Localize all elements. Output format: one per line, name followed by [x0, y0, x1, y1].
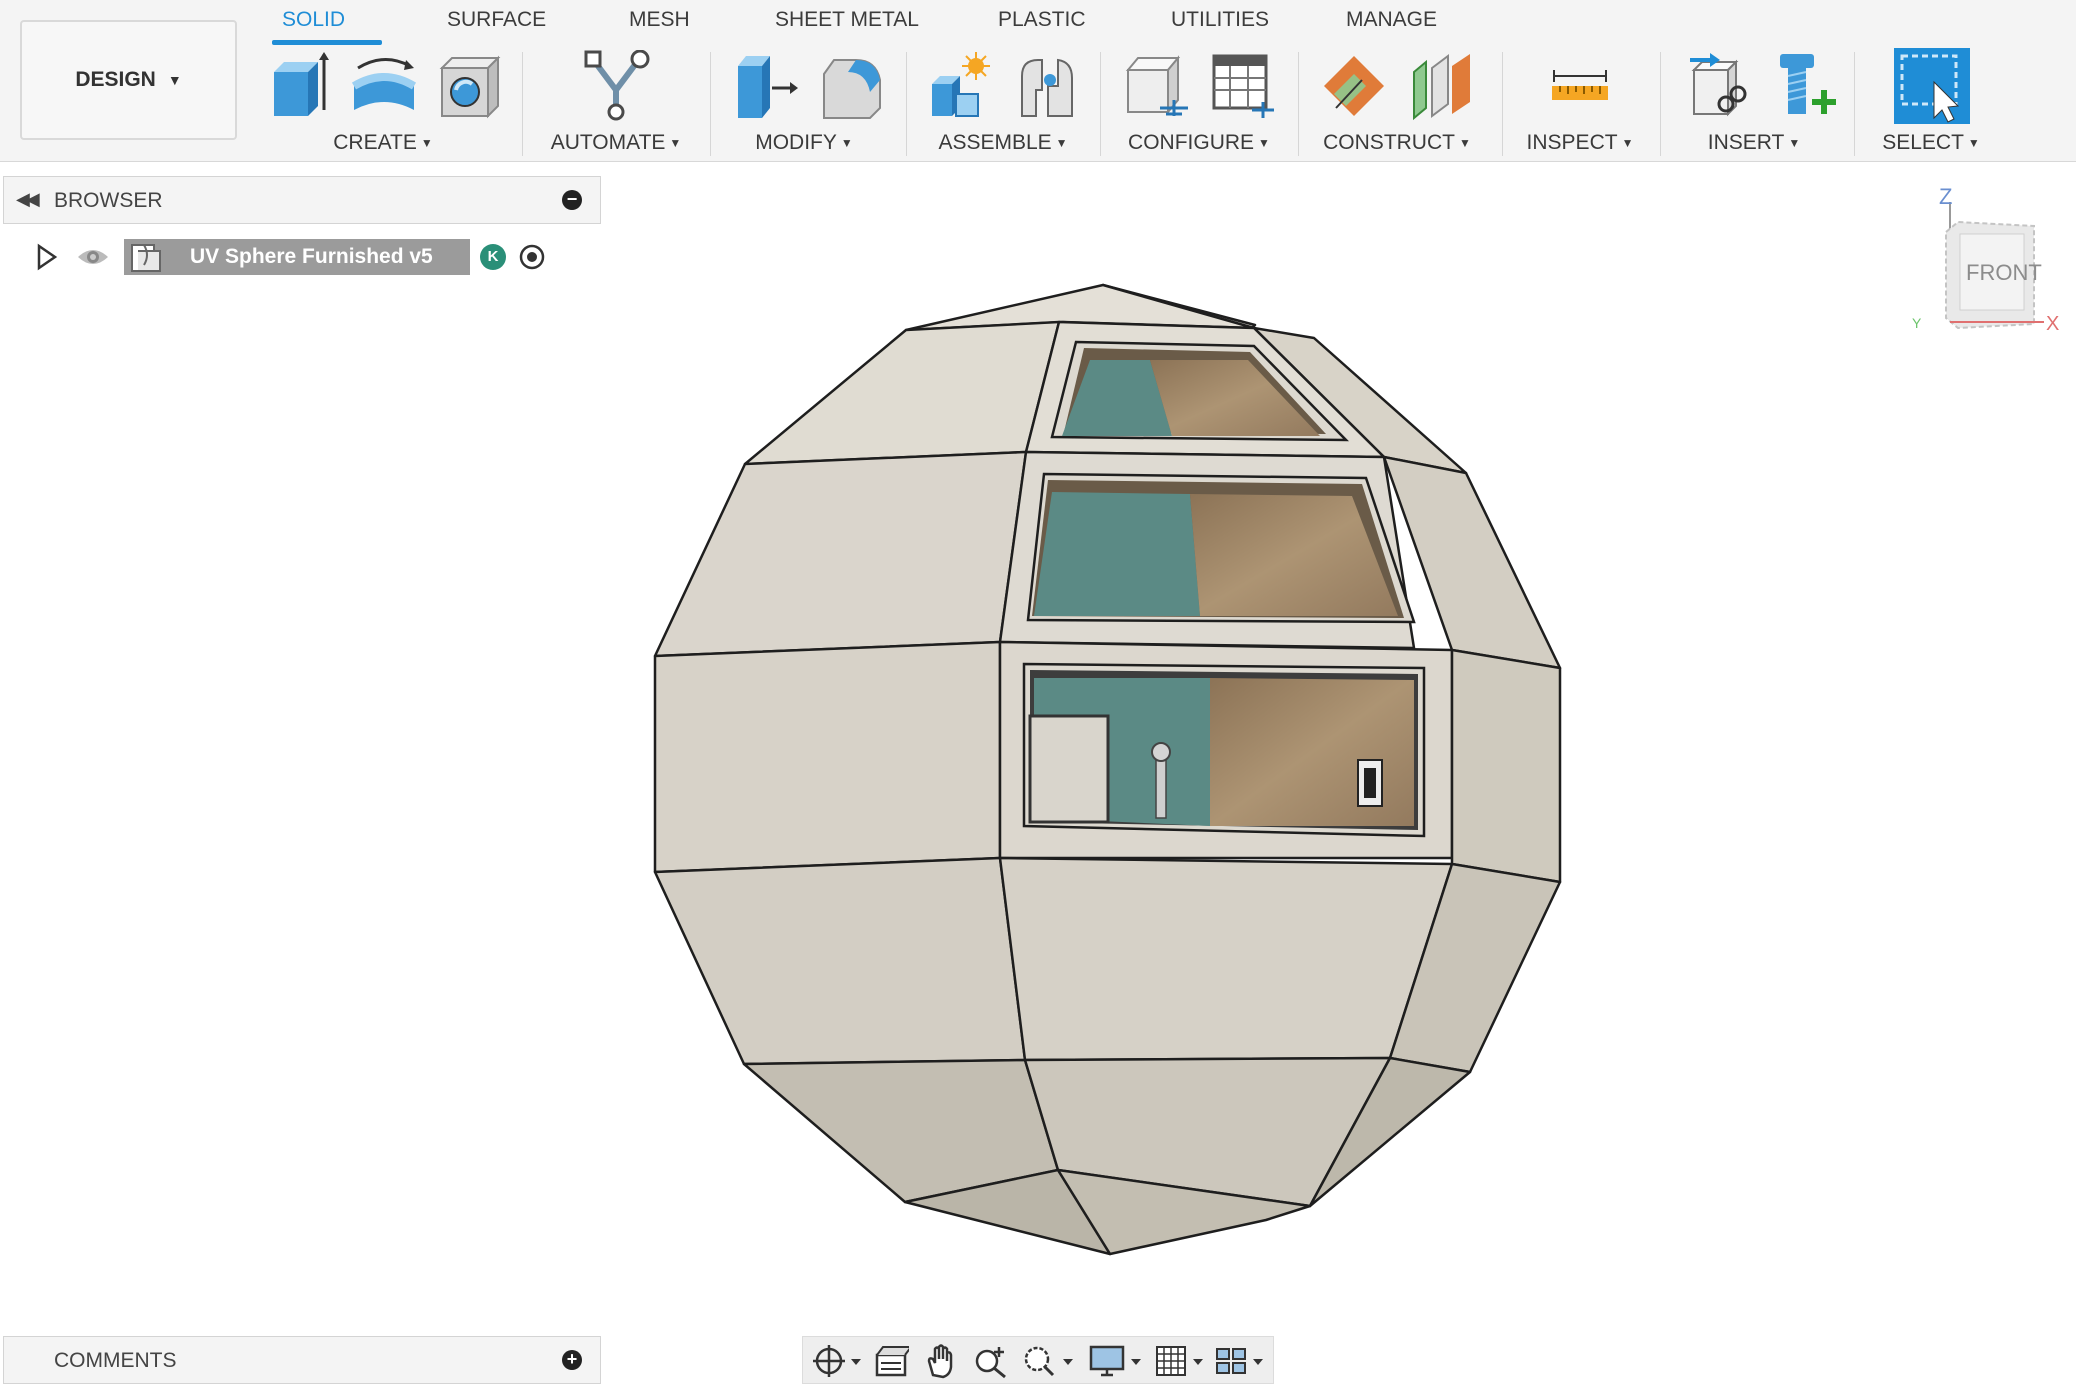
display-settings-icon[interactable]	[1089, 1343, 1145, 1379]
active-tab-indicator	[272, 40, 382, 45]
tab-solid[interactable]: SOLID	[282, 8, 345, 36]
group-separator	[522, 52, 523, 156]
insert-derive-icon[interactable]	[1686, 50, 1754, 122]
window-furnished	[1022, 662, 1426, 838]
tab-utilities[interactable]: UTILITIES	[1171, 8, 1269, 36]
document-icon	[131, 244, 161, 272]
tab-mesh[interactable]: MESH	[629, 8, 690, 36]
press-pull-icon[interactable]	[732, 50, 800, 122]
modify-menu[interactable]: MODIFY ▼	[755, 131, 853, 155]
construct-label: CONSTRUCT	[1323, 131, 1455, 154]
select-icon[interactable]	[1894, 48, 1970, 124]
automate-menu[interactable]: AUTOMATE ▼	[551, 131, 682, 155]
group-separator	[1502, 52, 1503, 156]
navigation-bar	[802, 1336, 1274, 1384]
group-separator	[1660, 52, 1661, 156]
tab-manage[interactable]: MANAGE	[1346, 8, 1437, 36]
collapse-panel-icon[interactable]: ◀◀	[16, 189, 40, 210]
zoom-icon[interactable]	[973, 1343, 1009, 1379]
tab-surface[interactable]: SURFACE	[447, 8, 546, 36]
dropdown-caret-icon: ▼	[1967, 136, 1980, 151]
browser-tree-row[interactable]: UV Sphere Furnished v5 K	[28, 237, 564, 277]
new-component-icon[interactable]	[926, 50, 994, 122]
revolve-icon[interactable]	[350, 50, 418, 122]
inspect-menu[interactable]: INSPECT ▼	[1527, 131, 1634, 155]
group-separator	[1100, 52, 1101, 156]
select-menu[interactable]: SELECT ▼	[1882, 131, 1980, 155]
extrude-icon[interactable]	[264, 50, 332, 122]
window-middle	[1026, 472, 1416, 624]
browser-panel: ◀◀ BROWSER −	[3, 176, 601, 224]
dropdown-caret-icon: ▼	[1621, 136, 1634, 151]
automate-icon[interactable]	[582, 50, 650, 122]
insert-label: INSERT	[1707, 131, 1785, 154]
dropdown-caret-icon: ▼	[1788, 136, 1801, 151]
document-name[interactable]: UV Sphere Furnished v5	[124, 239, 470, 275]
dropdown-caret-icon: ▼	[1055, 136, 1068, 151]
add-comment-button[interactable]: +	[562, 1350, 582, 1370]
browser-minimize-button[interactable]: −	[562, 190, 582, 210]
fit-view-icon[interactable]	[1021, 1343, 1077, 1379]
toolbar: DESIGN ▼ SOLID SURFACE MESH SHEET METAL …	[0, 0, 2076, 162]
joint-icon[interactable]	[1012, 50, 1080, 122]
fillet-icon[interactable]	[818, 50, 886, 122]
configure-label: CONFIGURE	[1128, 131, 1255, 154]
grid-settings-icon[interactable]	[1153, 1343, 1209, 1379]
dropdown-caret-icon: ▼	[1258, 136, 1270, 151]
group-separator	[1854, 52, 1855, 156]
inspect-label: INSPECT	[1526, 131, 1618, 154]
modify-label: MODIFY	[755, 131, 837, 154]
tab-plastic[interactable]: PLASTIC	[998, 8, 1086, 36]
group-separator	[1298, 52, 1299, 156]
pan-hand-icon[interactable]	[923, 1343, 959, 1379]
insert-mcmaster-icon[interactable]	[1772, 50, 1840, 122]
dropdown-caret-icon: ▼	[420, 136, 433, 151]
axis-y-label: Y	[1912, 315, 1922, 331]
user-avatar-badge: K	[480, 244, 506, 270]
assemble-label: ASSEMBLE	[938, 131, 1052, 154]
automate-label: AUTOMATE	[550, 131, 666, 154]
comments-panel: COMMENTS +	[3, 1336, 601, 1384]
visibility-eye-icon[interactable]	[76, 245, 110, 269]
viewcube[interactable]: Z FRONT X Y	[1906, 186, 2062, 336]
table-icon[interactable]	[1208, 50, 1276, 122]
orbit-icon[interactable]	[811, 1343, 863, 1379]
comments-title: COMMENTS	[54, 1349, 177, 1372]
assemble-menu[interactable]: ASSEMBLE ▼	[938, 131, 1067, 155]
hole-icon[interactable]	[436, 50, 504, 122]
parameters-icon[interactable]	[1122, 50, 1190, 122]
midplane-icon[interactable]	[1408, 50, 1476, 122]
workspace-switcher[interactable]: DESIGN ▼	[20, 20, 237, 140]
viewcube-face-label[interactable]: FRONT	[1966, 260, 2042, 285]
create-menu[interactable]: CREATE ▼	[333, 131, 433, 155]
offset-plane-icon[interactable]	[1322, 50, 1390, 122]
dropdown-caret-icon: ▼	[840, 136, 853, 151]
create-label: CREATE	[333, 131, 417, 154]
measure-icon[interactable]	[1546, 50, 1614, 122]
activate-radio-icon[interactable]	[518, 243, 546, 271]
group-separator	[906, 52, 907, 156]
chevron-down-icon: ▼	[167, 72, 182, 88]
axis-z-label: Z	[1939, 186, 1952, 209]
axis-x-label: X	[2046, 313, 2059, 335]
browser-title: BROWSER	[54, 189, 163, 212]
uv-sphere-model[interactable]	[640, 270, 1570, 1260]
insert-menu[interactable]: INSERT ▼	[1708, 131, 1801, 155]
dropdown-caret-icon: ▼	[1458, 136, 1471, 151]
construct-menu[interactable]: CONSTRUCT ▼	[1323, 131, 1471, 155]
dropdown-caret-icon: ▼	[669, 136, 682, 151]
tab-sheet-metal[interactable]: SHEET METAL	[775, 8, 919, 36]
expand-arrow-icon[interactable]	[36, 243, 58, 271]
viewports-icon[interactable]	[1213, 1343, 1269, 1379]
select-label: SELECT	[1882, 131, 1964, 154]
group-separator	[710, 52, 711, 156]
configure-menu[interactable]: CONFIGURE ▼	[1128, 131, 1270, 155]
look-at-icon[interactable]	[873, 1343, 913, 1379]
workspace-label: DESIGN	[75, 68, 156, 91]
